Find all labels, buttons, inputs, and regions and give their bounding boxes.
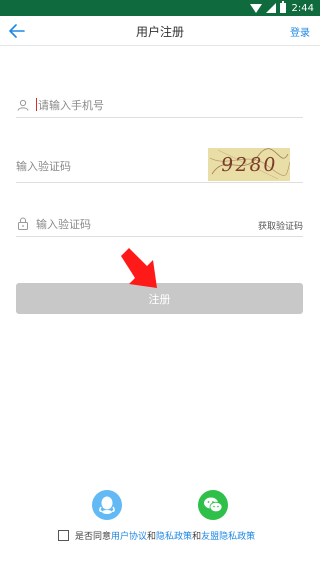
wifi-icon xyxy=(249,3,262,13)
captcha-image[interactable]: 9280 xyxy=(208,148,290,181)
agree-and-2: 和 xyxy=(192,531,202,542)
text-cursor xyxy=(36,98,37,111)
sms-row: 输入验证码 获取验证码 xyxy=(16,211,303,237)
privacy-policy-link[interactable]: 隐私政策 xyxy=(156,529,192,542)
battery-icon xyxy=(279,1,286,13)
captcha-text: 9280 xyxy=(219,153,279,176)
status-icons: 2:44 xyxy=(249,1,314,15)
qq-icon xyxy=(99,496,115,514)
agreement-row: 是否同意 用户协议 和 隐私政策 和 友盟隐私政策 xyxy=(58,528,255,542)
signal-icon xyxy=(265,3,276,13)
lock-icon xyxy=(16,217,30,231)
red-arrow-icon xyxy=(121,248,157,288)
wechat-icon xyxy=(204,497,223,513)
user-icon xyxy=(16,98,30,112)
app-bar: 用户注册 登录 xyxy=(0,16,320,46)
status-time: 2:44 xyxy=(291,2,314,14)
qq-login-button[interactable] xyxy=(92,490,122,520)
bottom-safe-area xyxy=(0,554,320,569)
get-code-button[interactable]: 获取验证码 xyxy=(258,219,303,232)
status-bar: 2:44 xyxy=(0,0,320,16)
agree-and-1: 和 xyxy=(147,531,157,542)
umeng-privacy-link[interactable]: 友盟隐私政策 xyxy=(201,529,255,542)
phone-row: 请输入手机号 xyxy=(16,92,303,118)
page-title: 用户注册 xyxy=(135,25,184,39)
agree-prefix: 是否同意 xyxy=(75,531,112,542)
captcha-row: 输入验证码 9280 xyxy=(16,148,303,183)
agree-checkbox[interactable] xyxy=(58,529,69,541)
login-link[interactable]: 登录 xyxy=(290,24,310,39)
wechat-login-button[interactable] xyxy=(198,490,228,520)
phone-input[interactable]: 请输入手机号 xyxy=(38,97,303,113)
user-agreement-link[interactable]: 用户协议 xyxy=(111,529,147,542)
